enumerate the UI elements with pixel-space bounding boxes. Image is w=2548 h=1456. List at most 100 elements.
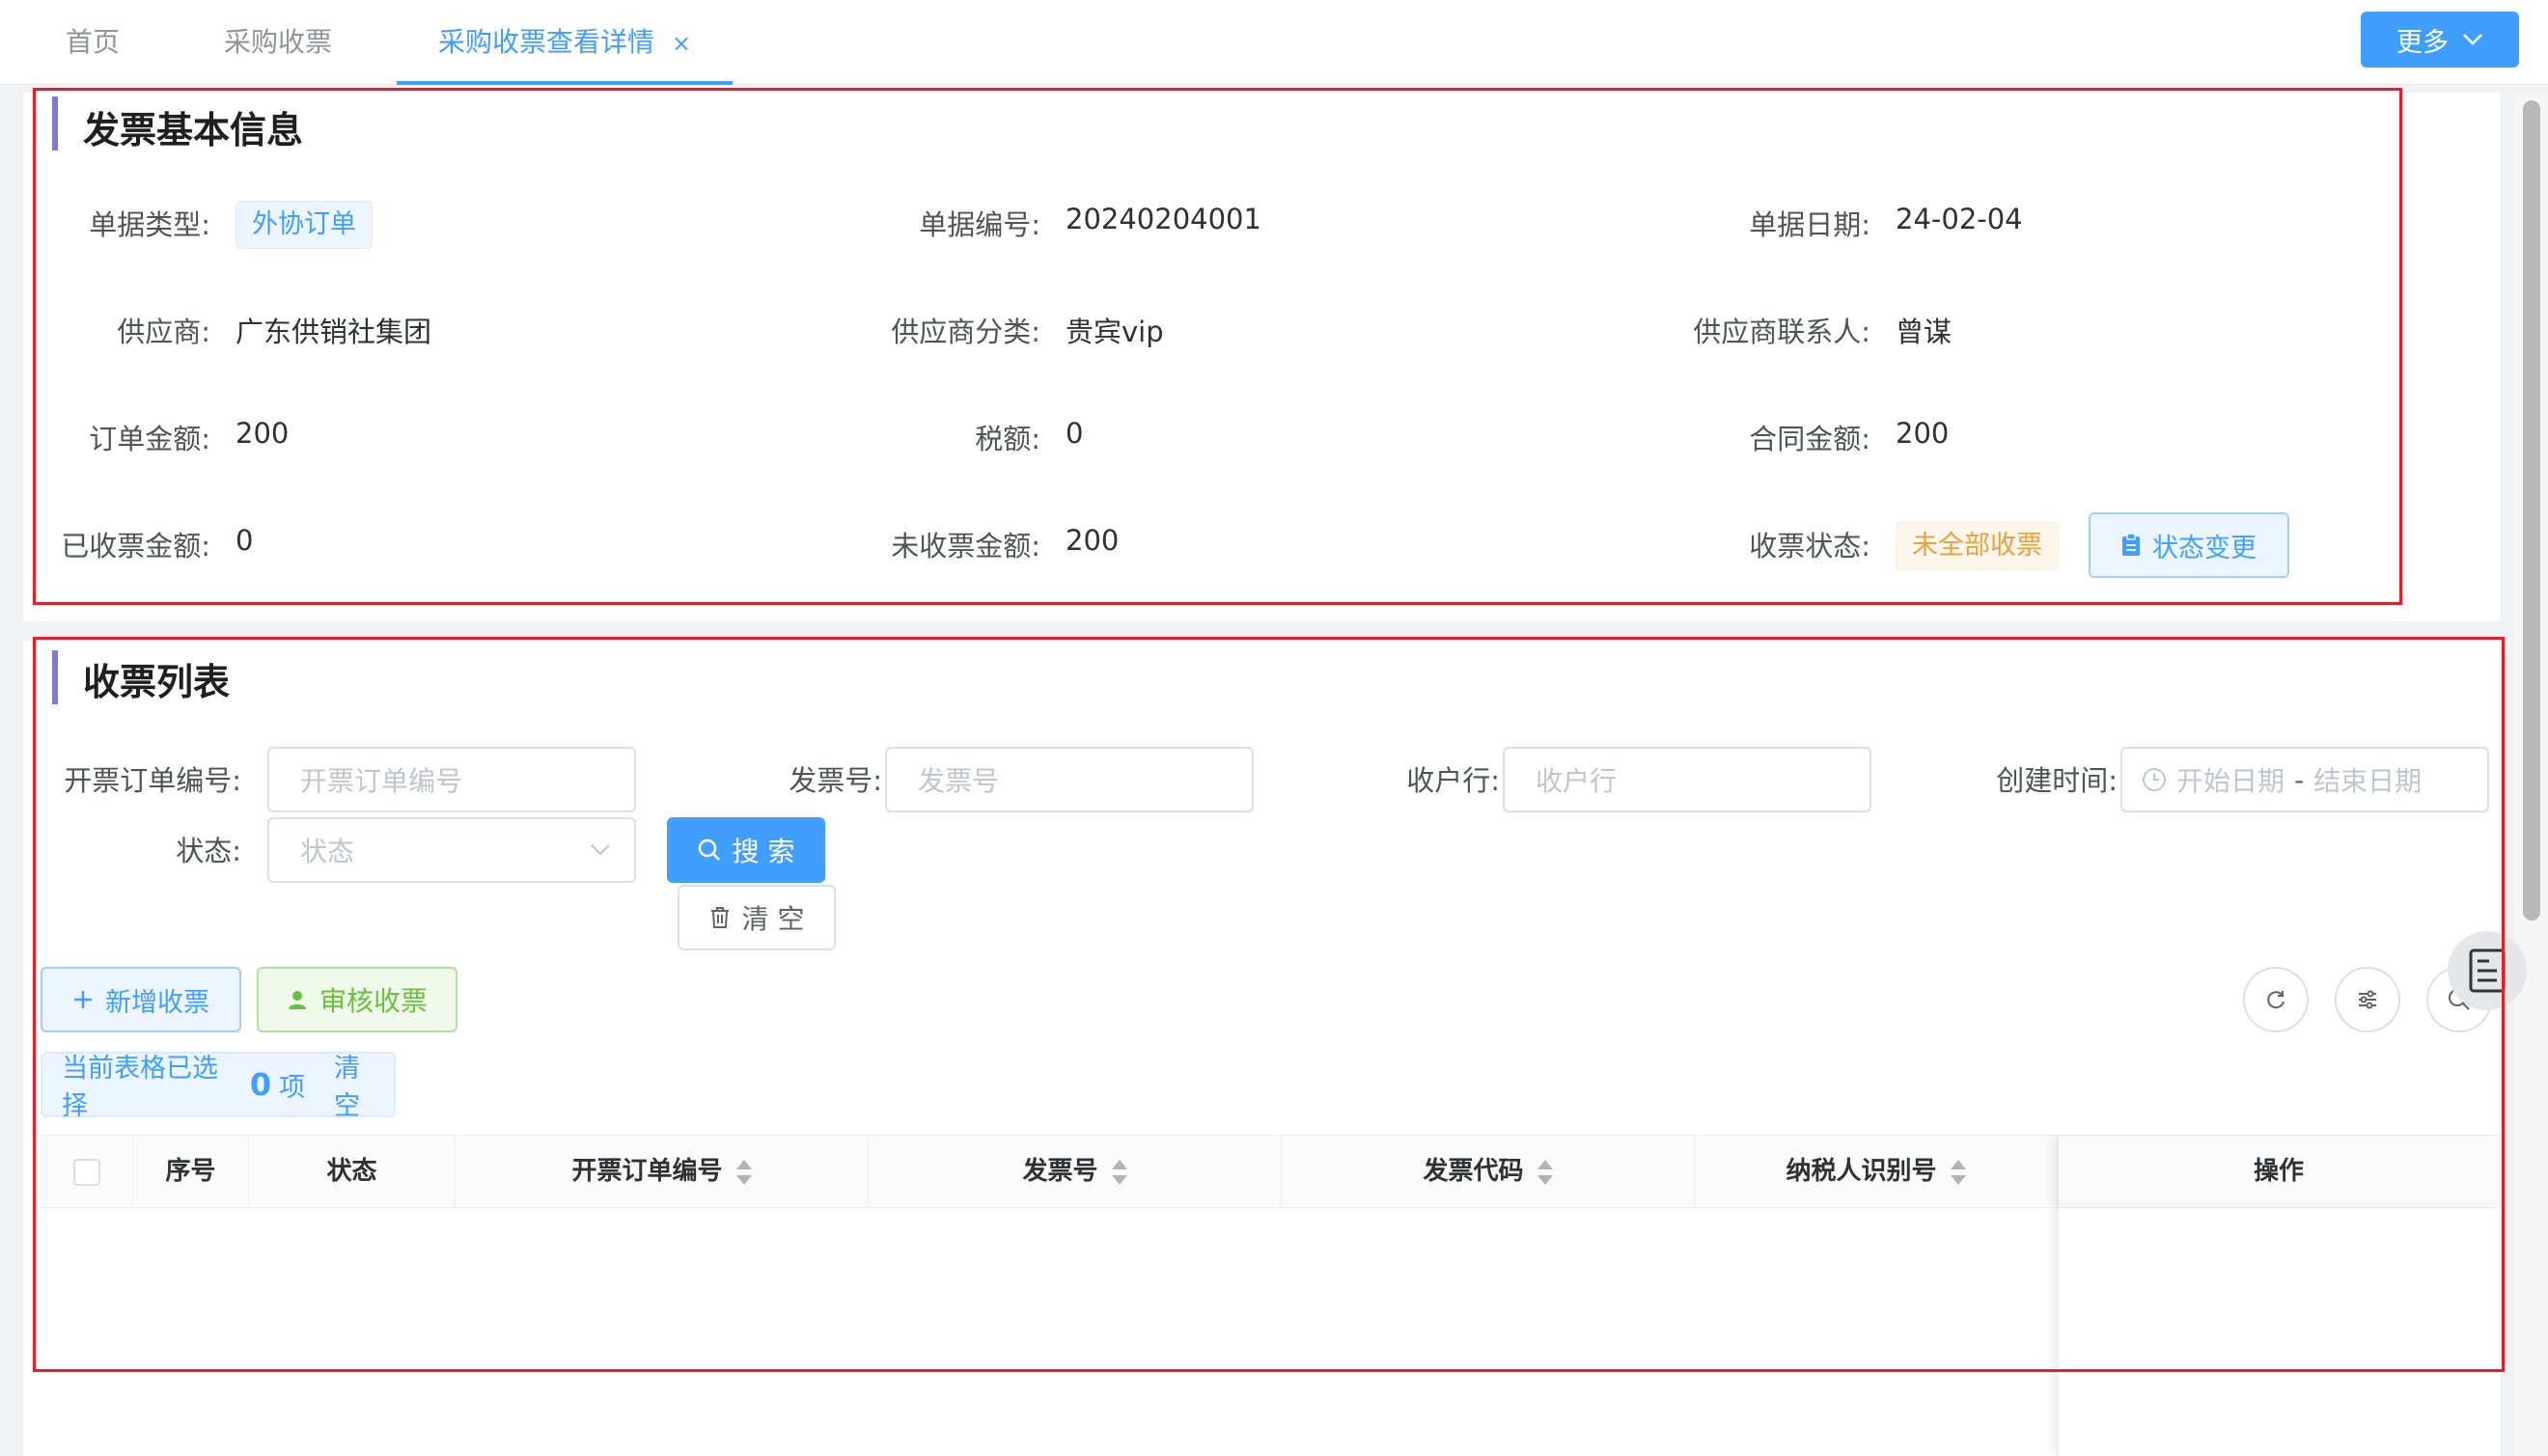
tab-bar: 首页 采购收票 采购收票查看详情 × 更多 — [0, 0, 2548, 85]
tab-home[interactable]: 首页 — [66, 0, 120, 85]
status-change-label: 状态变更 — [2152, 533, 2257, 563]
date-range-picker[interactable]: 开始日期 - 结束日期 — [2120, 747, 2489, 812]
table-header: 序号 状态 开票订单编号 发票号 发票代码 纳税人识别号 操作 — [41, 1135, 2500, 1208]
supplier-category-value: 贵宾vip — [1066, 316, 1164, 348]
fixed-actions-column — [2058, 1206, 2501, 1456]
user-icon — [288, 991, 306, 1009]
bank-input[interactable]: 收户行 — [1503, 747, 1871, 812]
clear-button[interactable]: 清 空 — [678, 885, 836, 950]
start-date-placeholder: 开始日期 — [2176, 765, 2285, 797]
tab-receipt-detail[interactable]: 采购收票查看详情 × — [397, 0, 733, 85]
unreceived-amount-label: 未收票金额: — [891, 530, 1040, 563]
invoice-info-panel: 发票基本信息 单据类型: 外协订单 单据编号: 20240204001 单据日期… — [23, 93, 2500, 621]
col-actions: 操作 — [2058, 1136, 2500, 1207]
doc-no-label: 单据编号: — [919, 208, 1040, 241]
selection-suffix: 项 — [279, 1072, 306, 1103]
doc-no-value: 20240204001 — [1066, 203, 1261, 235]
receipt-list-panel: 收票列表 开票订单编号: 开票订单编号 发票号: 发票号 收户行: 收户行 创建… — [23, 641, 2500, 1456]
refresh-button[interactable] — [2243, 967, 2309, 1032]
col-invoice-no-label: 发票号 — [1022, 1157, 1098, 1186]
doc-date-value: 24-02-04 — [1896, 203, 2023, 235]
receipt-list-title: 收票列表 — [83, 661, 231, 703]
col-taxpayer-id[interactable]: 纳税人识别号 — [1695, 1136, 2058, 1207]
floating-doc-button[interactable] — [2448, 931, 2527, 1010]
bank-filter-label: 收户行: — [1406, 764, 1500, 797]
clipboard-icon — [2122, 534, 2140, 556]
more-button[interactable]: 更多 — [2361, 12, 2519, 68]
audit-receipt-label: 审核收票 — [318, 985, 428, 1017]
invoice-no-filter-label: 发票号: — [789, 764, 882, 797]
supplier-value: 广东供销社集团 — [235, 316, 432, 348]
tab-purchase-receipt[interactable]: 采购收票 — [224, 0, 332, 85]
order-amount-value: 200 — [235, 417, 290, 450]
supplier-category-label: 供应商分类: — [891, 316, 1040, 348]
col-invoice-code-label: 发票代码 — [1423, 1157, 1524, 1186]
tab-close-icon[interactable]: × — [672, 30, 691, 57]
order-amount-label: 订单金额: — [89, 423, 210, 455]
receipt-table: 序号 状态 开票订单编号 发票号 发票代码 纳税人识别号 操作 — [41, 1135, 2500, 1456]
doc-date-label: 单据日期: — [1749, 208, 1870, 241]
status-filter-label: 状态: — [176, 835, 241, 867]
selection-clear-link[interactable]: 清 空 — [334, 1047, 394, 1122]
tax-value: 0 — [1066, 417, 1084, 450]
plus-icon — [74, 991, 92, 1008]
supplier-contact-value: 曾谋 — [1896, 316, 1953, 348]
page-scrollbar-thumb[interactable] — [2523, 100, 2540, 920]
sort-icon[interactable] — [735, 1159, 752, 1185]
clear-button-label: 清 空 — [741, 903, 805, 935]
col-invoice-code[interactable]: 发票代码 — [1282, 1136, 1695, 1207]
end-date-placeholder: 结束日期 — [2313, 765, 2423, 797]
tab-purchase-receipt-label: 采购收票 — [224, 26, 333, 58]
section-accent — [52, 96, 58, 151]
tab-receipt-detail-label: 采购收票查看详情 — [437, 26, 654, 58]
received-amount-value: 0 — [235, 524, 254, 557]
status-change-button[interactable]: 状态变更 — [2089, 512, 2289, 578]
order-no-filter-label: 开票订单编号: — [64, 764, 241, 797]
status-select-placeholder: 状态 — [300, 836, 355, 867]
date-separator: - — [2294, 763, 2305, 796]
add-receipt-button[interactable]: 新增收票 — [41, 967, 241, 1032]
col-status: 状态 — [249, 1136, 456, 1207]
audit-receipt-button[interactable]: 审核收票 — [257, 967, 457, 1032]
search-button[interactable]: 搜 索 — [667, 817, 825, 883]
select-all-cell — [41, 1136, 133, 1207]
col-order-no[interactable]: 开票订单编号 — [456, 1136, 869, 1207]
chevron-down-icon — [591, 844, 610, 856]
sort-icon[interactable] — [1950, 1159, 1966, 1185]
contract-amount-value: 200 — [1896, 417, 1950, 450]
clock-icon — [2143, 768, 2166, 791]
supplier-contact-label: 供应商联系人: — [1693, 316, 1870, 348]
search-icon — [698, 838, 720, 861]
invoice-info-title: 发票基本信息 — [83, 109, 304, 151]
selection-count: 0 — [249, 1066, 272, 1103]
col-index: 序号 — [133, 1136, 249, 1207]
supplier-label: 供应商: — [117, 316, 210, 348]
received-amount-label: 已收票金额: — [61, 530, 210, 563]
doc-type-label: 单据类型: — [89, 208, 210, 241]
col-taxpayer-id-label: 纳税人识别号 — [1786, 1157, 1937, 1186]
status-select[interactable]: 状态 — [267, 817, 636, 883]
unreceived-amount-value: 200 — [1066, 524, 1120, 557]
contract-amount-label: 合同金额: — [1749, 423, 1870, 455]
page-scrollbar-track[interactable] — [2515, 93, 2548, 1456]
col-invoice-no[interactable]: 发票号 — [869, 1136, 1282, 1207]
selection-prefix: 当前表格已选择 — [62, 1054, 218, 1121]
document-icon — [2469, 948, 2506, 993]
more-button-label: 更多 — [2396, 27, 2449, 58]
tab-home-label: 首页 — [66, 26, 121, 58]
search-button-label: 搜 索 — [732, 836, 795, 867]
column-settings-button[interactable] — [2335, 967, 2400, 1032]
sort-icon[interactable] — [1111, 1159, 1127, 1185]
section-accent — [52, 650, 58, 704]
chevron-down-icon — [2463, 34, 2482, 45]
order-no-input[interactable]: 开票订单编号 — [267, 747, 636, 812]
invoice-no-input[interactable]: 发票号 — [885, 747, 1254, 812]
col-order-no-label: 开票订单编号 — [571, 1157, 723, 1186]
tax-label: 税额: — [975, 423, 1040, 455]
receipt-status-label: 收票状态: — [1749, 530, 1870, 563]
add-receipt-label: 新增收票 — [105, 987, 209, 1018]
select-all-checkbox[interactable] — [72, 1158, 100, 1186]
created-time-filter-label: 创建时间: — [1996, 764, 2118, 797]
doc-type-tag: 外协订单 — [235, 201, 373, 249]
sort-icon[interactable] — [1537, 1159, 1553, 1185]
